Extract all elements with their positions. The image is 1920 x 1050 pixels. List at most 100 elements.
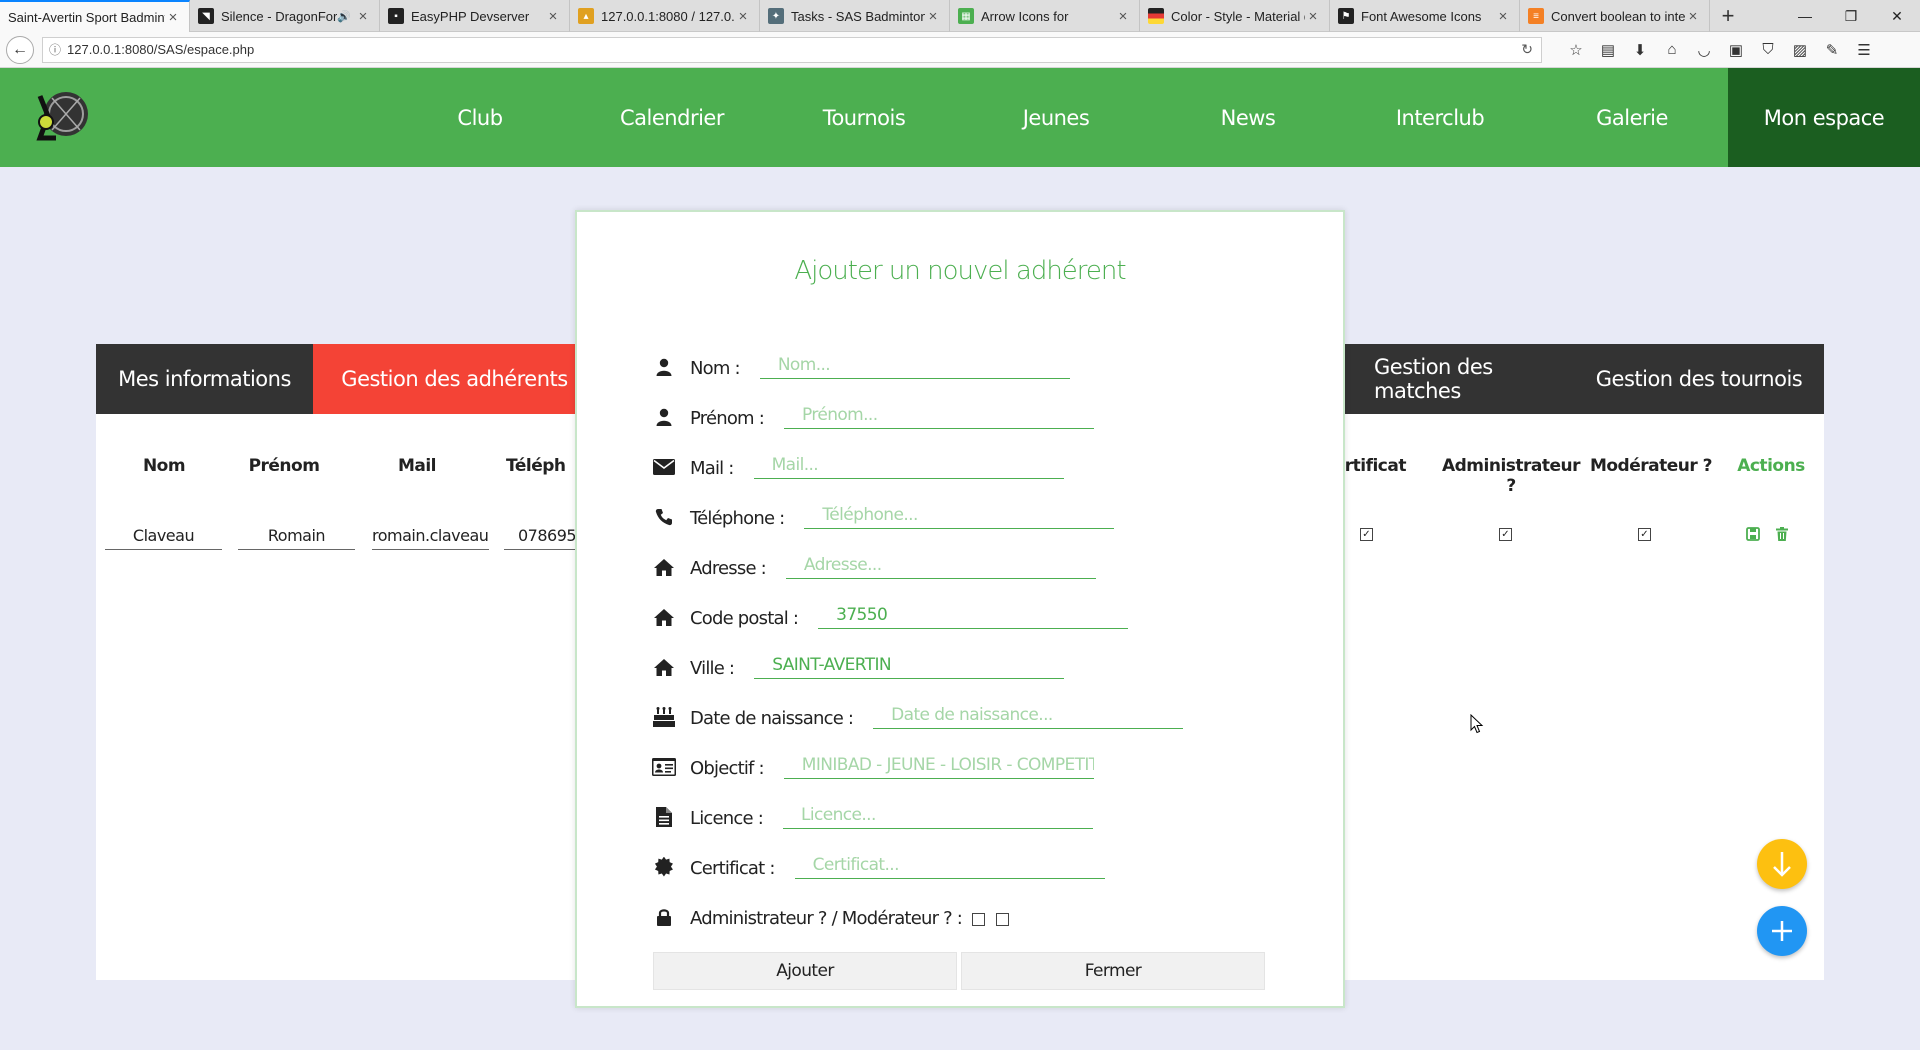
close-tab-icon[interactable]: × xyxy=(165,9,181,26)
label-code-postal: Code postal : xyxy=(690,608,799,629)
browser-tab[interactable]: ⚑ Font Awesome Icons × xyxy=(1330,0,1520,32)
browser-tab[interactable]: Color - Style - Material design × xyxy=(1140,0,1330,32)
code-postal-input[interactable] xyxy=(818,601,1129,629)
shield-icon[interactable]: ⛉ xyxy=(1752,37,1784,63)
back-arrow-icon[interactable]: ← xyxy=(6,35,34,64)
download-icon[interactable]: ⬇ xyxy=(1624,37,1656,63)
prenom-input[interactable] xyxy=(783,401,1094,429)
label-naissance: Date de naissance : xyxy=(690,708,854,729)
fermer-button[interactable]: Fermer xyxy=(961,952,1265,990)
cell-prenom[interactable]: Romain xyxy=(238,524,355,550)
close-tab-icon[interactable]: × xyxy=(1685,8,1701,25)
browser-tab-title: Arrow Icons for xyxy=(981,8,1069,24)
info-icon[interactable]: ⓘ xyxy=(49,41,61,58)
nav-galerie[interactable]: Galerie xyxy=(1536,68,1728,167)
label-objectif: Objectif : xyxy=(690,758,765,779)
administrateur-checkbox[interactable] xyxy=(972,913,986,926)
label-prenom: Prénom : xyxy=(690,408,765,429)
form-row-telephone: Téléphone : xyxy=(652,499,1115,529)
browser-tab[interactable]: ✦ Tasks - SAS Badminton × xyxy=(760,0,950,32)
moderateur-checkbox[interactable]: ✓ xyxy=(1638,528,1651,541)
close-tab-icon[interactable]: × xyxy=(735,8,751,25)
reload-icon[interactable]: ↻ xyxy=(1521,41,1533,58)
favicon-icon: ⚑ xyxy=(1338,8,1354,24)
nav-calendrier[interactable]: Calendrier xyxy=(576,68,768,167)
bookmark-star-icon[interactable]: ☆ xyxy=(1560,37,1592,63)
scroll-down-button[interactable] xyxy=(1757,839,1807,889)
tab-gestion-matches[interactable]: Gestion des matches xyxy=(1374,344,1574,414)
column-header-nom: Nom xyxy=(142,456,186,476)
main-nav: Club Calendrier Tournois Jeunes News Int… xyxy=(384,68,1920,167)
new-tab-button[interactable]: + xyxy=(1710,0,1746,32)
column-header-prenom: Prénom xyxy=(248,456,320,476)
cell-mail[interactable]: romain.claveau@p xyxy=(372,524,489,550)
close-tab-icon[interactable]: × xyxy=(355,8,371,25)
form-row-naissance: Date de naissance : xyxy=(652,699,1184,729)
ville-input[interactable] xyxy=(754,651,1065,679)
pocket-icon[interactable]: ◡ xyxy=(1688,37,1720,63)
mail-input[interactable] xyxy=(753,451,1064,479)
administrateur-checkbox[interactable]: ✓ xyxy=(1499,528,1512,541)
browser-tab-title: Saint-Avertin Sport Badminton xyxy=(8,9,165,25)
browser-tab-title: Convert boolean to integer xyxy=(1551,8,1685,24)
close-tab-icon[interactable]: × xyxy=(1115,8,1131,25)
tab-gestion-adherents[interactable]: Gestion des adhérents xyxy=(313,344,596,414)
menu-icon[interactable]: ☰ xyxy=(1848,37,1880,63)
close-window-icon[interactable]: ✕ xyxy=(1874,0,1920,32)
add-member-button[interactable] xyxy=(1757,906,1807,956)
minimize-icon[interactable]: — xyxy=(1782,0,1828,32)
adresse-input[interactable] xyxy=(785,551,1096,579)
browser-tab[interactable]: Saint-Avertin Sport Badminton × xyxy=(0,0,190,32)
favicon-icon: ▴ xyxy=(578,8,594,24)
browser-tab[interactable]: ≡ Convert boolean to integer × xyxy=(1520,0,1710,32)
form-row-code-postal: Code postal : xyxy=(652,599,1129,629)
speaker-icon[interactable]: 🔊 xyxy=(337,10,351,23)
restore-icon[interactable]: ❐ xyxy=(1828,0,1874,32)
favicon-icon xyxy=(1148,8,1164,24)
certificat-checkbox[interactable]: ✓ xyxy=(1360,528,1373,541)
column-header-moderateur: Modérateur ? xyxy=(1589,456,1713,476)
address-bar[interactable]: ⓘ 127.0.0.1:8080/SAS/espace.php ↻ xyxy=(42,36,1542,63)
nav-jeunes[interactable]: Jeunes xyxy=(960,68,1152,167)
user-icon xyxy=(652,355,676,379)
browser-tab[interactable]: ▦ Arrow Icons for × xyxy=(950,0,1140,32)
nom-input[interactable] xyxy=(759,351,1070,379)
nav-mon-espace[interactable]: Mon espace xyxy=(1728,68,1920,167)
browser-tab[interactable]: ▪ EasyPHP Devserver × xyxy=(380,0,570,32)
naissance-input[interactable] xyxy=(873,701,1184,729)
tools-icon[interactable]: ✎ xyxy=(1816,37,1848,63)
browser-tab[interactable]: ◥ Silence - DragonForce 🔊 × xyxy=(190,0,380,32)
nav-club[interactable]: Club xyxy=(384,68,576,167)
close-tab-icon[interactable]: × xyxy=(925,8,941,25)
browser-tab[interactable]: ▴ 127.0.0.1:8080 / 127.0.0.1 × xyxy=(570,0,760,32)
tab-gestion-tournois[interactable]: Gestion des tournois xyxy=(1574,344,1824,414)
trash-icon[interactable] xyxy=(1776,527,1788,544)
nav-interclub[interactable]: Interclub xyxy=(1344,68,1536,167)
moderateur-checkbox[interactable] xyxy=(996,913,1010,926)
home-icon[interactable]: ⌂ xyxy=(1656,37,1688,63)
browser-toolbar: ← ⓘ 127.0.0.1:8080/SAS/espace.php ↻ ☆ ▤ … xyxy=(0,32,1920,68)
form-row-objectif: Objectif : xyxy=(652,749,1094,779)
save-icon[interactable] xyxy=(1746,527,1760,544)
close-tab-icon[interactable]: × xyxy=(545,8,561,25)
file-icon xyxy=(652,805,676,829)
close-tab-icon[interactable]: × xyxy=(1305,8,1321,25)
nav-tournois[interactable]: Tournois xyxy=(768,68,960,167)
label-telephone: Téléphone : xyxy=(690,508,785,529)
close-tab-icon[interactable]: × xyxy=(1495,8,1511,25)
tab-mes-informations[interactable]: Mes informations xyxy=(96,344,313,414)
objectif-input[interactable] xyxy=(783,751,1094,779)
phone-icon xyxy=(652,505,676,529)
chart-icon[interactable]: ▨ xyxy=(1784,37,1816,63)
nav-news[interactable]: News xyxy=(1152,68,1344,167)
ajouter-button[interactable]: Ajouter xyxy=(653,952,957,990)
extension-icon[interactable]: ▣ xyxy=(1720,37,1752,63)
certificat-input[interactable] xyxy=(794,851,1105,879)
licence-input[interactable] xyxy=(782,801,1093,829)
badminton-logo[interactable] xyxy=(26,86,92,146)
cell-nom[interactable]: Claveau xyxy=(105,524,222,550)
browser-tab-title: Silence - DragonForce xyxy=(221,8,338,24)
label-certificat: Certificat : xyxy=(690,858,775,879)
reader-icon[interactable]: ▤ xyxy=(1592,37,1624,63)
telephone-input[interactable] xyxy=(804,501,1115,529)
